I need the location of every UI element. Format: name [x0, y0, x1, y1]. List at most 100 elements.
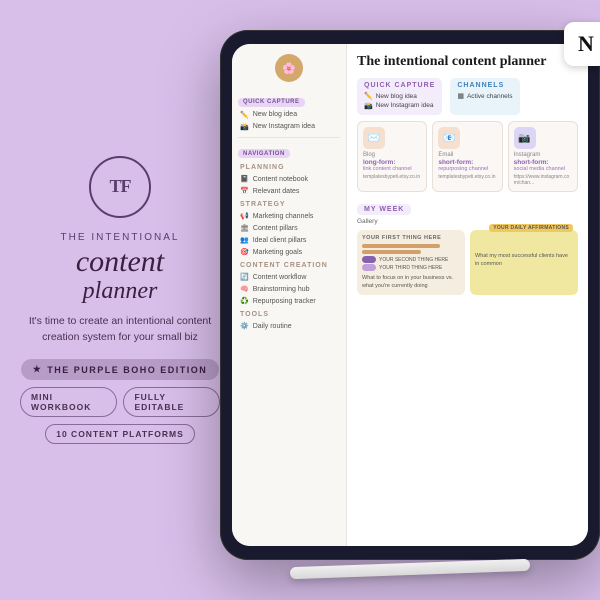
new-blog-text: New blog idea: [376, 93, 417, 100]
navigation-chip: NAVIGATION: [238, 149, 290, 158]
task-card-title: YOUR FIRST THING HERE: [362, 235, 460, 241]
myweek-label: MY WEEK: [357, 204, 411, 215]
recycle-icon: ♻️: [240, 297, 249, 305]
routine-icon: ⚙️: [240, 322, 249, 330]
title-content: content planner: [76, 245, 164, 304]
badge-editable: FULLY EDITABLE: [123, 387, 220, 417]
content-notebook: 📓 Content notebook: [232, 173, 346, 185]
sidebar-instagram-text: New Instagram idea: [253, 123, 315, 130]
tablet-pencil: [290, 559, 530, 579]
subtitle-top: THE INTENTIONAL: [61, 232, 180, 243]
title-italic-1: content: [76, 245, 164, 278]
star-icon: ★: [33, 364, 43, 375]
bottom-cards-row: YOUR FIRST THING HERE YOUR SECOND THING …: [357, 230, 578, 295]
content-workflow: 🔄 Content workflow: [232, 271, 346, 283]
blog-card-label: Blog: [363, 152, 421, 158]
tablet-screen: 🌸 QUICK CAPTURE ✏️ New blog idea 📸 New I…: [232, 44, 588, 546]
sidebar-divider-1: [238, 137, 340, 138]
title-italic-2: planner: [76, 278, 164, 304]
blog-card-icon: ✉️: [363, 127, 385, 149]
description-text: It's time to create an intentional conte…: [20, 314, 220, 346]
email-card-url: templatesbypeti.etsy.co.in: [438, 174, 496, 180]
notion-main-content: The intentional content planner QUICK CA…: [347, 44, 588, 546]
badge-platforms: 10 CONTENT PLATFORMS: [45, 424, 195, 444]
affirmations-spacer: [475, 235, 573, 253]
badges-row: MINI WORKBOOK FULLY EDITABLE: [20, 387, 220, 417]
task-toggle-1: YOUR SECOND THING HERE: [362, 256, 460, 263]
active-channels-item: ▦ Active channels: [457, 92, 512, 100]
marketing-channels: 📢 Marketing channels: [232, 210, 346, 222]
brainstorming-hub: 🧠 Brainstorming hub: [232, 283, 346, 295]
quick-capture-label: QUICK CAPTURE: [364, 82, 435, 89]
email-card-title: short-form:: [438, 159, 496, 166]
workflow-icon: 🔄: [240, 273, 249, 281]
toggle-pill-2: [362, 264, 376, 271]
quick-capture-box: QUICK CAPTURE ✏️ New blog idea 📸 New Ins…: [357, 78, 442, 115]
active-channels-text: Active channels: [467, 93, 513, 100]
repurposing-tracker: ♻️ Repurposing tracker: [232, 295, 346, 307]
sidebar-blog-text: New blog idea: [253, 111, 297, 118]
instagram-card-url: https://www.instagram.com/chan...: [514, 174, 572, 186]
toggle-pill-1: [362, 256, 376, 263]
blog-card: ✉️ Blog long-form: link content channel …: [357, 121, 427, 192]
channels-box: CHANNELS ▦ Active channels: [450, 78, 519, 115]
toggle-text-2: YOUR THIRD THING HERE: [379, 265, 442, 271]
planning-label: Planning: [232, 160, 346, 173]
blog-card-title: long-form:: [363, 159, 421, 166]
blog-icon: ✏️: [240, 111, 249, 119]
quick-capture-chip: QUICK CAPTURE: [238, 98, 305, 107]
relevant-dates: 📅 Relevant dates: [232, 185, 346, 197]
blog-card-link: link content channel: [363, 166, 421, 172]
page-title: The intentional content planner: [357, 54, 578, 70]
logo-circle: TF: [89, 156, 151, 218]
task-toggle-2: YOUR THIRD THING HERE: [362, 264, 460, 271]
logo-initials: TF: [109, 176, 130, 197]
clients-icon: 👥: [240, 236, 249, 244]
email-card-label: Email: [438, 152, 496, 158]
ideal-clients: 👥 Ideal client pillars: [232, 234, 346, 246]
channel-cards-row: ✉️ Blog long-form: link content channel …: [357, 121, 578, 192]
badge-purple-label: THE PURPLE BOHO EDITION: [47, 365, 207, 375]
email-card: 📧 Email short-form: repurposing channel …: [432, 121, 502, 192]
daily-routine: ⚙️ Daily routine: [232, 320, 346, 332]
email-card-link: repurposing channel: [438, 166, 496, 172]
tablet-device: N 🌸 QUICK CAPTURE ✏️ New blog idea 📸 New…: [220, 30, 600, 560]
calendar-icon: 📅: [240, 187, 249, 195]
instagram-card: 📷 Instagram short-form: social media cha…: [508, 121, 578, 192]
notebook-icon: 📓: [240, 175, 249, 183]
pillars-icon: 🏛: [240, 224, 249, 232]
new-instagram-text: New Instagram idea: [376, 102, 434, 109]
blog-item-icon: ✏️: [364, 92, 373, 100]
channels-label: CHANNELS: [457, 82, 512, 89]
instagram-card-label: Instagram: [514, 152, 572, 158]
sidebar-avatar: 🌸: [275, 54, 303, 82]
tools-label: Tools: [232, 307, 346, 320]
new-blog-item: ✏️ New blog idea: [364, 92, 435, 100]
task-card-description: What to focus on in your business vs. wh…: [362, 275, 460, 290]
channels-grid-icon: ▦: [457, 92, 464, 100]
task-line-1: [362, 244, 440, 248]
new-instagram-item: 📸 New Instagram idea: [364, 102, 435, 110]
instagram-card-icon: 📷: [514, 127, 536, 149]
affirmations-tag: YOUR DAILY AFFIRMATIONS: [489, 224, 573, 232]
brain-icon: 🧠: [240, 285, 249, 293]
content-pillars: 🏛 Content pillars: [232, 222, 346, 234]
blog-card-url: templatesbypeti.etsy.co.in: [363, 174, 421, 180]
marketing-goals: 🎯 Marketing goals: [232, 246, 346, 258]
toggle-text-1: YOUR SECOND THING HERE: [379, 257, 448, 263]
sidebar-item-instagram: 📸 New Instagram idea: [232, 121, 346, 133]
channels-icon: 📢: [240, 212, 249, 220]
top-sections-row: QUICK CAPTURE ✏️ New blog idea 📸 New Ins…: [357, 78, 578, 115]
badge-workbook: MINI WORKBOOK: [20, 387, 117, 417]
myweek-section: MY WEEK Gallery: [357, 198, 578, 225]
strategy-label: Strategy: [232, 197, 346, 210]
creation-label: Content creation: [232, 258, 346, 271]
insta-item-icon: 📸: [364, 102, 373, 110]
affirmations-description: What my most successful clients have in …: [475, 253, 573, 268]
task-card: YOUR FIRST THING HERE YOUR SECOND THING …: [357, 230, 465, 295]
task-line-2: [362, 250, 421, 254]
email-card-icon: 📧: [438, 127, 460, 149]
notion-sidebar: 🌸 QUICK CAPTURE ✏️ New blog idea 📸 New I…: [232, 44, 347, 546]
notion-badge: N: [564, 22, 600, 66]
instagram-icon: 📸: [240, 123, 249, 131]
